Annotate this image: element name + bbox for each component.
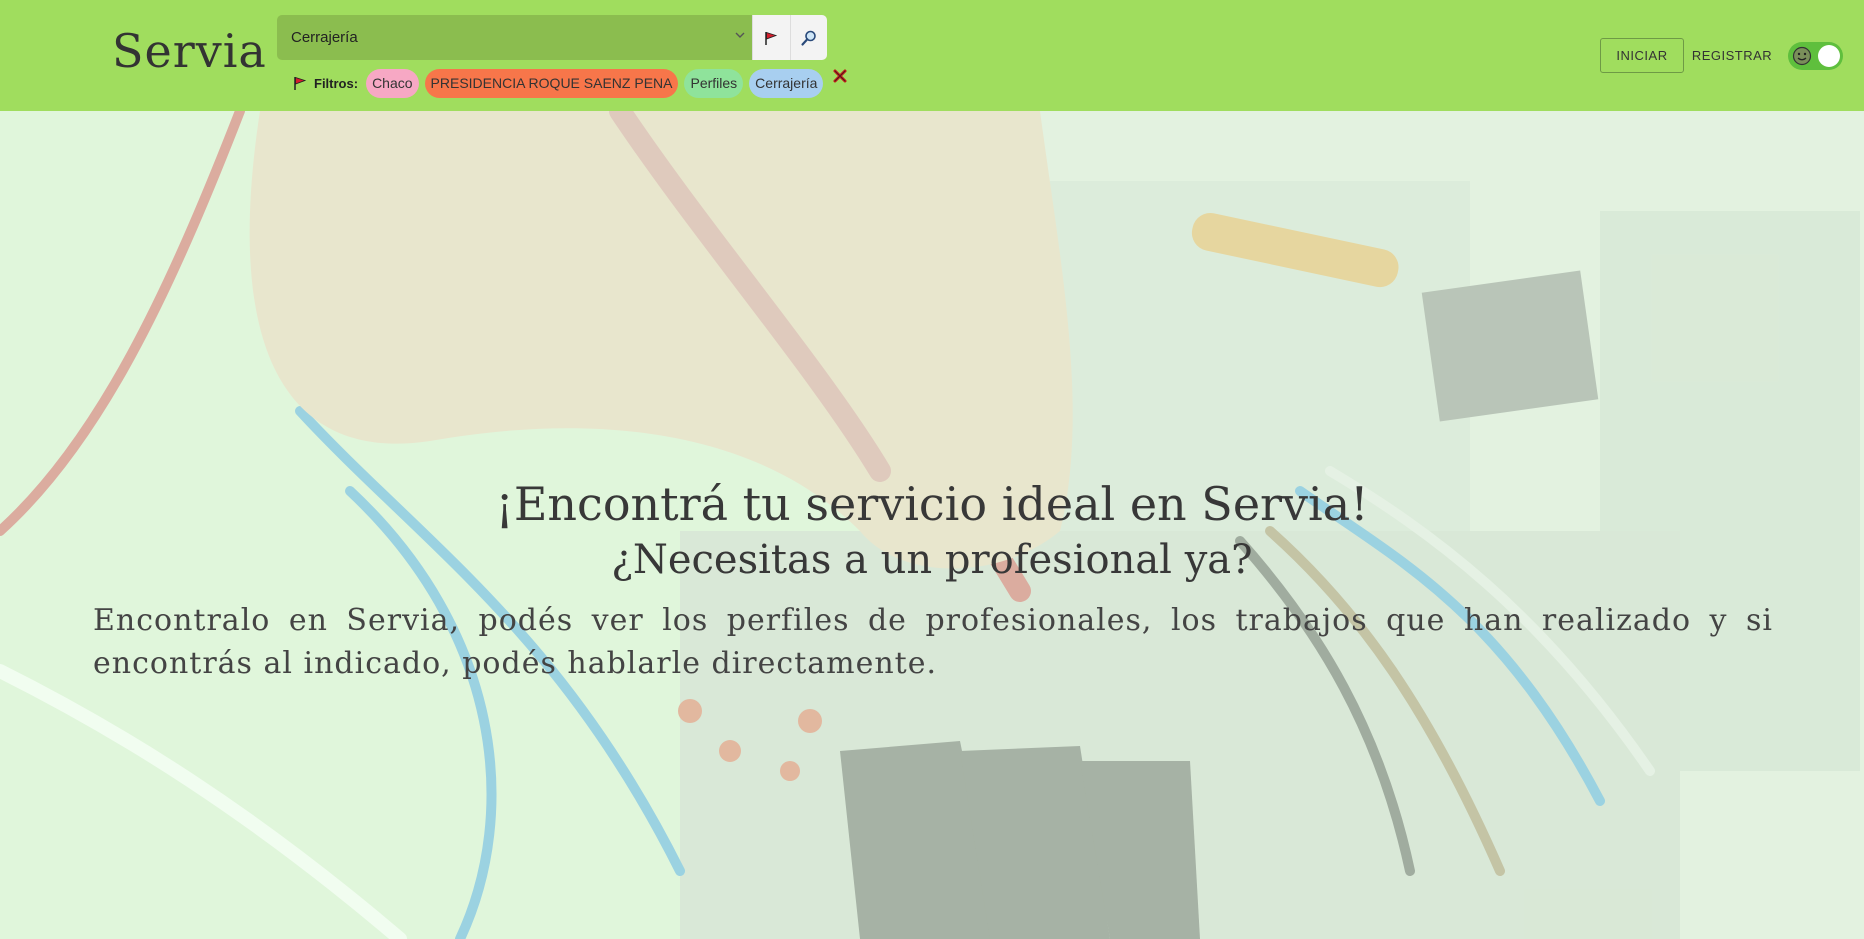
filter-chip-city[interactable]: PRESIDENCIA ROQUE SAENZ PENA	[424, 68, 679, 98]
filters-label: Filtros:	[314, 75, 359, 91]
brand-logo[interactable]: Servia	[112, 24, 267, 78]
toggle-knob	[1818, 45, 1840, 67]
smiley-icon	[1792, 46, 1812, 66]
top-navbar: Servia Cerrajería Filtros: Chaco PRESIDE…	[0, 0, 1864, 111]
location-flag-button[interactable]	[752, 15, 790, 60]
hero-section: ¡Encontrá tu servicio ideal en Servia! ¿…	[0, 111, 1864, 939]
service-select-value: Cerrajería	[291, 29, 358, 46]
red-flag-icon	[294, 76, 307, 90]
red-flag-icon	[765, 31, 778, 45]
search-button[interactable]	[789, 15, 827, 60]
theme-toggle[interactable]	[1788, 42, 1843, 70]
hero-description: Encontralo en Servia, podés ver los perf…	[93, 603, 1773, 681]
filter-chip-type[interactable]: Perfiles	[684, 68, 744, 98]
search-bar: Cerrajería	[277, 15, 827, 60]
hero-subtitle: ¿Necesitas a un profesional ya?	[611, 537, 1253, 583]
active-filters: Filtros: Chaco PRESIDENCIA ROQUE SAENZ P…	[292, 68, 849, 98]
register-button[interactable]: REGISTRAR	[1690, 38, 1774, 73]
magnifier-icon	[801, 30, 816, 46]
filter-chip-province[interactable]: Chaco	[366, 68, 419, 98]
hero-title: ¡Encontrá tu servicio ideal en Servia!	[495, 477, 1369, 531]
service-select[interactable]: Cerrajería	[277, 15, 752, 60]
filter-chip-category[interactable]: Cerrajería	[749, 68, 824, 98]
chevron-down-icon	[735, 32, 745, 38]
clear-filters-icon[interactable]	[831, 67, 849, 85]
login-button[interactable]: INICIAR	[1600, 38, 1684, 73]
